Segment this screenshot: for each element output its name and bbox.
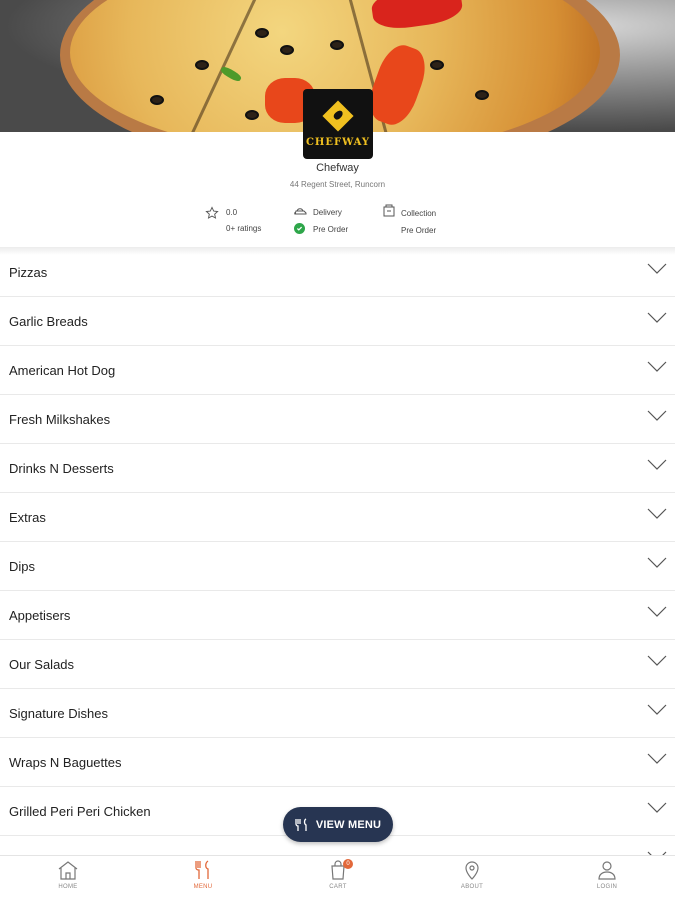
chevron-down-icon[interactable] (647, 704, 667, 716)
nav-cart[interactable]: 0 CART (298, 859, 378, 890)
collection-label: Collection (401, 209, 437, 218)
nav-home-label: HOME (58, 884, 78, 890)
menu-category-row[interactable]: Pizzas (0, 248, 675, 297)
restaurant-info: 0.0 0+ ratings Delivery Pre Order Collec… (0, 204, 675, 245)
collection-icon (382, 204, 396, 220)
menu-category-row[interactable]: American Hot Dog (0, 346, 675, 395)
menu-category-row[interactable]: Signature Dishes (0, 689, 675, 738)
cart-count-badge: 0 (343, 859, 353, 869)
nav-cart-label: CART (329, 884, 347, 890)
restaurant-address: 44 Regent Street, Runcorn (289, 180, 386, 189)
logo-flame-icon (322, 99, 354, 132)
menu-category-row[interactable]: Extras (0, 493, 675, 542)
menu-category-row[interactable]: Wraps N Baguettes (0, 738, 675, 787)
location-pin-icon (465, 861, 479, 880)
menu-category-label: Grilled Peri Peri Chicken (9, 804, 151, 819)
menu-category-row[interactable]: Dips (0, 542, 675, 591)
delivery-label: Delivery (313, 208, 342, 217)
view-menu-button[interactable]: VIEW MENU (283, 807, 393, 842)
chevron-down-icon[interactable] (647, 263, 667, 275)
restaurant-logo: CHEFWAY (303, 89, 373, 159)
nav-login[interactable]: LOGIN (567, 860, 647, 890)
nav-home[interactable]: HOME (28, 860, 108, 890)
chevron-down-icon[interactable] (647, 606, 667, 618)
chevron-down-icon[interactable] (647, 508, 667, 520)
menu-category-row[interactable]: Garlic Breads (0, 297, 675, 346)
chevron-down-icon[interactable] (647, 753, 667, 765)
check-icon (294, 223, 305, 234)
rating-value: 0.0 (226, 208, 238, 217)
menu-category-row[interactable]: Appetisers (0, 591, 675, 640)
chevron-down-icon[interactable] (647, 361, 667, 373)
menu-category-label: Signature Dishes (9, 706, 108, 721)
menu-category-list: Pizzas Garlic Breads American Hot Dog Fresh… (0, 248, 675, 885)
star-icon (205, 206, 219, 222)
menu-category-label: Dips (9, 559, 36, 574)
view-menu-label: VIEW MENU (315, 818, 382, 831)
user-icon (598, 861, 616, 880)
chevron-down-icon[interactable] (647, 459, 667, 471)
cutlery-icon (295, 817, 307, 831)
menu-category-label: Drinks N Desserts (9, 461, 114, 476)
menu-category-label: Our Salads (9, 657, 75, 672)
menu-category-label: Wraps N Baguettes (9, 755, 122, 770)
menu-category-label: Pizzas (9, 265, 48, 280)
menu-category-label: American Hot Dog (9, 363, 116, 378)
chevron-down-icon[interactable] (647, 655, 667, 667)
chevron-down-icon[interactable] (647, 802, 667, 814)
menu-category-row[interactable]: Fresh Milkshakes (0, 395, 675, 444)
chevron-down-icon[interactable] (647, 410, 667, 422)
restaurant-name: Chefway (316, 162, 359, 174)
nav-login-label: LOGIN (596, 884, 618, 890)
delivery-icon (293, 206, 307, 218)
nav-about[interactable]: ABOUT (432, 860, 512, 890)
logo-text: CHEFWAY (305, 136, 371, 148)
menu-category-label: Garlic Breads (9, 314, 88, 329)
menu-category-row[interactable]: Our Salads (0, 640, 675, 689)
nav-menu[interactable]: MENU (163, 860, 243, 890)
menu-category-label: Fresh Milkshakes (9, 412, 111, 427)
collection-status: Pre Order (401, 226, 437, 235)
menu-category-label: Appetisers (9, 608, 71, 623)
bottom-navigation: HOME MENU 0 CART ABOUT LOGIN (0, 855, 675, 900)
menu-category-label: Extras (9, 510, 46, 525)
chevron-down-icon[interactable] (647, 557, 667, 569)
home-icon (58, 861, 78, 880)
nav-about-label: ABOUT (460, 884, 484, 890)
rating-count: 0+ ratings (226, 224, 262, 233)
nav-menu-label: MENU (193, 884, 213, 890)
menu-cutlery-icon (195, 860, 209, 879)
menu-category-row[interactable]: Drinks N Desserts (0, 444, 675, 493)
delivery-status: Pre Order (313, 225, 349, 234)
chevron-down-icon[interactable] (647, 312, 667, 324)
